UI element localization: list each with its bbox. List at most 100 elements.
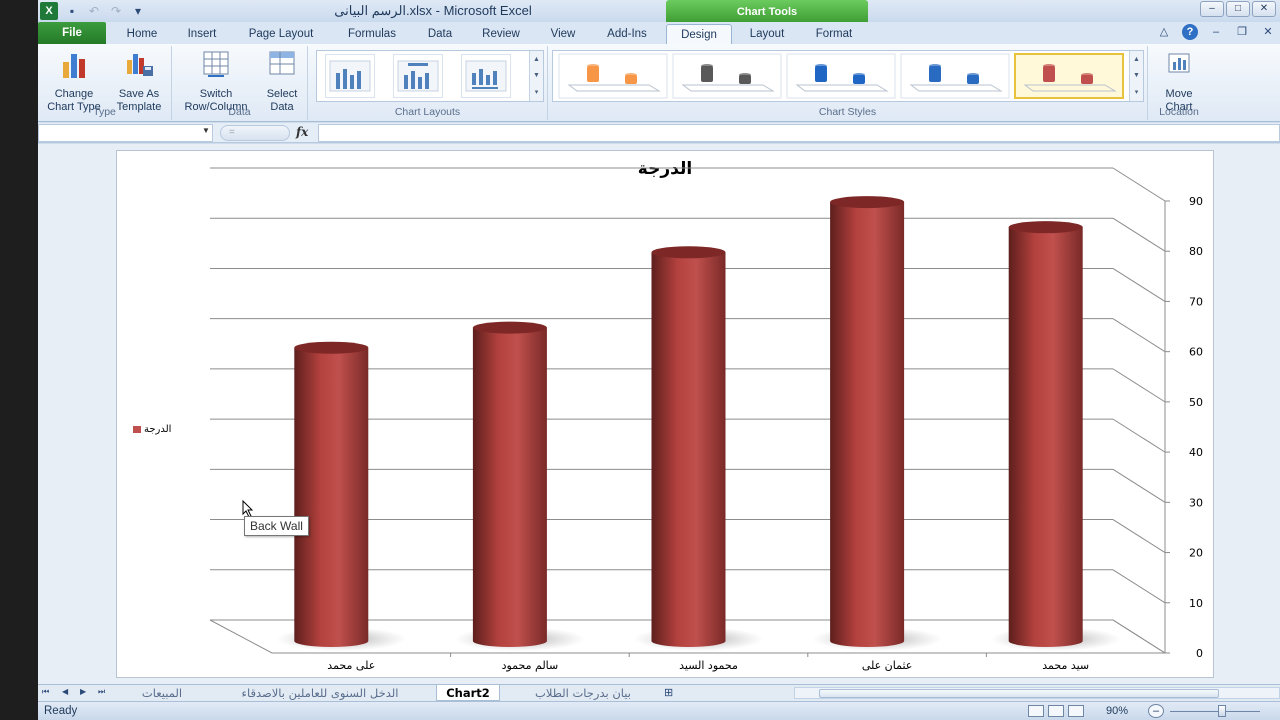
tab-add-ins[interactable]: Add-Ins xyxy=(598,24,656,44)
tab-layout[interactable]: Layout xyxy=(738,24,796,44)
next-sheet-icon[interactable]: ▶ xyxy=(80,687,86,696)
zoom-level[interactable]: 90% xyxy=(1106,705,1128,717)
quick-access-toolbar: X ▪ ↶ ↷ ▾ xyxy=(38,2,146,20)
save-icon[interactable]: ▪ xyxy=(64,3,80,19)
chart-style-bar-a-top xyxy=(587,64,599,68)
save-as-template-button[interactable]: Save As Template xyxy=(108,48,170,114)
bar-4 xyxy=(1008,227,1083,648)
collapse-ribbon-icon[interactable]: △ xyxy=(1156,24,1172,40)
page-layout-view-icon[interactable] xyxy=(1048,705,1064,717)
bar-top-3 xyxy=(830,196,905,209)
change-chart-type-line1: Change xyxy=(54,88,94,100)
zoom-slider-thumb[interactable] xyxy=(1218,705,1226,717)
page-break-view-icon[interactable] xyxy=(1068,705,1084,717)
bar-top-2 xyxy=(651,246,726,259)
chart-style-bar-a xyxy=(1043,66,1055,82)
doc-close-icon[interactable]: ✕ xyxy=(1260,24,1276,40)
tab-formulas[interactable]: Formulas xyxy=(338,24,406,44)
close-icon[interactable]: ✕ xyxy=(1252,1,1276,17)
chart-style-bar-a-top xyxy=(701,64,713,68)
zoom-out-icon[interactable]: – xyxy=(1148,704,1164,718)
chart-style-bar-b-top xyxy=(967,73,979,77)
last-sheet-icon[interactable]: ⏭ xyxy=(98,687,105,697)
change-chart-type-button[interactable]: Change Chart Type xyxy=(42,48,106,114)
insert-function-icon[interactable]: fx xyxy=(296,125,308,139)
y-tick-label-30: 30 xyxy=(1189,496,1203,509)
chart-area[interactable]: الدرجة 0 10 20 30 40 50 60 70 80 90 على محمد سالم م… xyxy=(116,150,1214,678)
y-tick-label-20: 20 xyxy=(1189,547,1203,560)
chart-layout-2[interactable] xyxy=(393,54,443,98)
x-tick-label-2: محمود السيد xyxy=(679,659,738,672)
side-gridline-30 xyxy=(1112,468,1166,503)
bar-top-4 xyxy=(1008,221,1083,234)
normal-view-icon[interactable] xyxy=(1028,705,1044,717)
select-data-button[interactable]: Select Data xyxy=(258,48,306,114)
doc-minimize-icon[interactable]: – xyxy=(1208,24,1224,40)
group-chart-styles-label: Chart Styles xyxy=(818,106,877,118)
y-tick-label-60: 60 xyxy=(1189,346,1203,359)
name-box-dropdown-icon[interactable]: ▼ xyxy=(202,126,210,135)
group-location: Move Chart Location xyxy=(1148,46,1210,120)
tab-file[interactable]: File xyxy=(38,22,106,44)
move-chart-icon xyxy=(1168,53,1190,73)
legend[interactable]: الدرجة xyxy=(133,424,171,435)
tab-home[interactable]: Home xyxy=(114,24,170,44)
chart-style-bar-b-top xyxy=(625,73,637,77)
chart-layout-3[interactable] xyxy=(461,54,511,98)
chart-styles-gallery[interactable]: ▲ ▼ ▾ xyxy=(552,50,1144,102)
prev-sheet-icon[interactable]: ◀ xyxy=(62,687,68,696)
group-location-label: Location xyxy=(1159,106,1199,118)
sheet-tab-sales[interactable]: المبيعات xyxy=(122,685,202,701)
tab-review[interactable]: Review xyxy=(476,24,526,44)
chart-layout-1[interactable] xyxy=(325,54,375,98)
tab-page-layout[interactable]: Page Layout xyxy=(240,24,322,44)
chart-layouts-gallery[interactable]: ▲ ▼ ▾ xyxy=(316,50,544,102)
chart-style-thumb-2 xyxy=(672,53,782,99)
chart-style-bar-a-top xyxy=(929,64,941,68)
name-box[interactable] xyxy=(38,124,213,142)
tab-view[interactable]: View xyxy=(542,24,584,44)
insert-sheet-icon[interactable]: ⊞ xyxy=(664,686,673,699)
help-icon[interactable]: ? xyxy=(1182,24,1198,40)
tab-design[interactable]: Design xyxy=(666,24,732,44)
excel-app-icon[interactable]: X xyxy=(40,2,58,20)
status-bar: Ready 90% – xyxy=(38,701,1280,720)
save-as-template-line1: Save As xyxy=(118,88,160,100)
minimize-icon[interactable]: – xyxy=(1200,1,1224,17)
bar-top-1 xyxy=(472,321,547,334)
tooltip: Back Wall xyxy=(244,516,309,536)
zoom-slider[interactable] xyxy=(1170,711,1260,712)
horizontal-scrollbar[interactable] xyxy=(794,687,1280,699)
y-tick-label-80: 80 xyxy=(1189,245,1203,258)
select-data-icon xyxy=(269,51,295,75)
formula-input[interactable] xyxy=(318,124,1280,142)
chart-layouts-scroll[interactable]: ▲ ▼ ▾ xyxy=(529,51,543,101)
x-tick-label-0: على محمد xyxy=(327,659,375,672)
customize-qat-icon[interactable]: ▾ xyxy=(130,3,146,19)
sheet-tab-student-grades[interactable]: بيان بدرجات الطلاب xyxy=(508,685,658,701)
plot-area[interactable]: 0 10 20 30 40 50 60 70 80 90 على محمد سالم محمود محم… xyxy=(117,151,1215,679)
chart-styles-scroll[interactable]: ▲ ▼ ▾ xyxy=(1129,51,1143,101)
chart-style-thumb-1 xyxy=(558,53,668,99)
chart-style-bar-a xyxy=(929,66,941,82)
redo-icon[interactable]: ↷ xyxy=(108,3,124,19)
x-tick-label-1: سالم محمود xyxy=(502,659,559,672)
bar-2 xyxy=(651,252,726,647)
sheet-tab-chart2[interactable]: Chart2 xyxy=(436,685,500,701)
sheet-tab-annual-income[interactable]: الدخل السنوى للعاملين بالاصدقاء xyxy=(208,685,432,701)
tab-format[interactable]: Format xyxy=(804,24,864,44)
chart-styles-thumbnails xyxy=(558,53,1124,99)
first-sheet-icon[interactable]: ⏮ xyxy=(42,687,49,697)
doc-restore-icon[interactable]: ❐ xyxy=(1234,24,1250,40)
move-chart-button[interactable]: Move Chart xyxy=(1152,48,1206,114)
undo-icon[interactable]: ↶ xyxy=(86,3,102,19)
tab-data[interactable]: Data xyxy=(420,24,460,44)
maximize-icon[interactable]: □ xyxy=(1226,1,1250,17)
tab-insert[interactable]: Insert xyxy=(176,24,228,44)
chart-style-thumb-3 xyxy=(786,53,896,99)
horizontal-scroll-thumb[interactable] xyxy=(819,689,1219,698)
switch-row-column-button[interactable]: Switch Row/Column xyxy=(176,48,256,114)
save-as-template-icon xyxy=(127,54,153,76)
bar-3 xyxy=(830,202,905,648)
chart-style-bar-b-top xyxy=(853,73,865,77)
